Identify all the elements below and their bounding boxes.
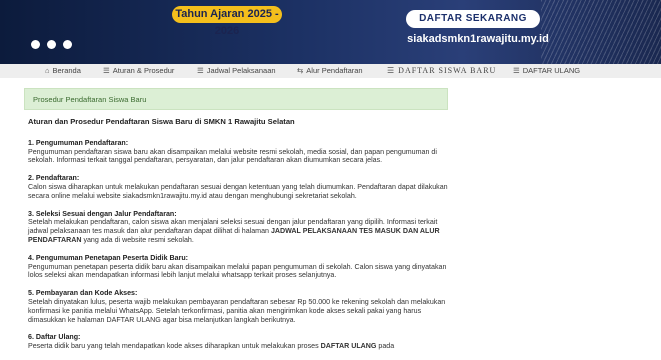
section-title: 5. Pembayaran dan Kode Akses: xyxy=(28,289,138,298)
section-item: 6. Daftar Ulang: Peserta didik baru yang… xyxy=(28,333,458,351)
procedure-content: Aturan dan Prosedur Pendaftaran Siswa Ba… xyxy=(28,117,458,360)
dot-icon xyxy=(47,40,56,49)
page-title-alert: Prosedur Pendaftaran Siswa Baru xyxy=(24,88,448,110)
main-nav: ⌂ Beranda ☰ Aturan & Prosedur ☰ Jadwal Pela… xyxy=(0,64,661,78)
nav-item-daftar-ulang[interactable]: ☰ DAFTAR ULANG xyxy=(513,64,580,78)
nav-item-aturan[interactable]: ☰ Aturan & Prosedur xyxy=(103,64,174,78)
section-body: Setelah dinyatakan lulus, peserta wajib … xyxy=(28,297,446,324)
academic-year-badge: Tahun Ajaran 2025 - 2026 xyxy=(172,6,282,37)
section-title: 1. Pengumuman Pendaftaran: xyxy=(28,138,129,147)
nav-label: DAFTAR ULANG xyxy=(522,66,581,75)
list-icon: ☰ xyxy=(387,66,396,75)
list-icon: ☰ xyxy=(103,66,110,75)
nav-label: Beranda xyxy=(52,66,81,75)
content-heading: Aturan dan Prosedur Pendaftaran Siswa Ba… xyxy=(28,117,295,126)
nav-item-daftar-siswa-baru[interactable]: ☰ DAFTAR SISWA BARU xyxy=(387,64,496,78)
nav-item-alur[interactable]: ⇆ Alur Pendaftaran xyxy=(297,64,363,78)
dot-icon xyxy=(31,40,40,49)
section-body: Pengumuman penetapan peserta didik baru … xyxy=(28,262,447,280)
section-item: 4. Pengumuman Penetapan Peserta Didik Ba… xyxy=(28,254,458,280)
nav-label: DAFTAR SISWA BARU xyxy=(398,66,497,75)
section-body-text: yang ada di website resmi sekolah. xyxy=(81,235,194,244)
home-icon: ⌂ xyxy=(45,66,50,75)
section-title: 3. Seleksi Sesuai dengan Jalur Pendaftar… xyxy=(28,209,177,218)
section-body-text: Peserta didik baru yang telah mendapatka… xyxy=(28,342,321,351)
section-body: Pengumuman pendaftaran siswa baru akan d… xyxy=(28,147,437,165)
nav-label: Aturan & Prosedur xyxy=(112,66,175,75)
section-item: 1. Pengumuman Pendaftaran: Pengumuman pe… xyxy=(28,139,458,165)
banner-decoration xyxy=(541,0,661,64)
nav-item-beranda[interactable]: ⌂ Beranda xyxy=(45,64,81,78)
nav-item-jadwal[interactable]: ☰ Jadwal Pelaksanaan xyxy=(197,64,276,78)
list-icon: ☰ xyxy=(197,66,204,75)
list-icon: ☰ xyxy=(513,66,520,75)
section-body: Setelah melakukan pendaftaran, calon sis… xyxy=(28,218,458,244)
section-item: 3. Seleksi Sesuai dengan Jalur Pendaftar… xyxy=(28,210,458,245)
site-url: siakadsmkn1rawajitu.my.id xyxy=(407,33,549,45)
nav-label: Jadwal Pelaksanaan xyxy=(206,66,276,75)
nav-label: Alur Pendaftaran xyxy=(306,66,363,75)
dot-icon xyxy=(63,40,72,49)
section-title: 4. Pengumuman Penetapan Peserta Didik Ba… xyxy=(28,253,189,262)
section-body-text: pada xyxy=(376,342,395,351)
section-body: Calon siswa diharapkan untuk melakukan p… xyxy=(28,182,448,200)
exchange-icon: ⇆ xyxy=(297,66,304,75)
section-title: 2. Pendaftaran: xyxy=(28,174,80,183)
register-now-button[interactable]: DAFTAR SEKARANG xyxy=(406,10,540,28)
section-body: Peserta didik baru yang telah mendapatka… xyxy=(28,342,458,351)
section-body-bold: DAFTAR ULANG xyxy=(320,342,377,351)
section-item: 2. Pendaftaran: Calon siswa diharapkan u… xyxy=(28,174,458,200)
header-banner: Tahun Ajaran 2025 - 2026 DAFTAR SEKARANG… xyxy=(0,0,661,64)
section-item: 5. Pembayaran dan Kode Akses: Setelah di… xyxy=(28,289,458,324)
